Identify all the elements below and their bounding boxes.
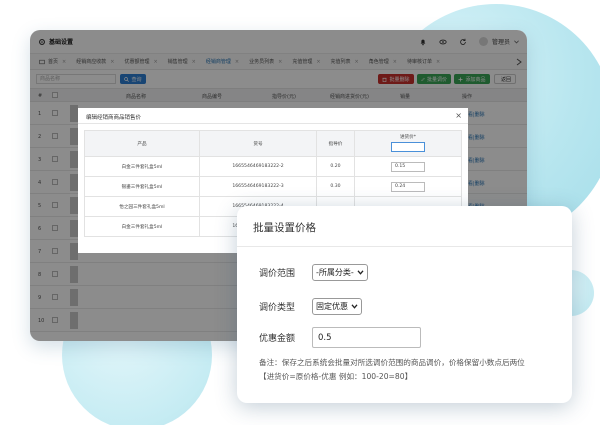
guide-price: 0.20 <box>316 156 355 177</box>
product-name: 怡之园三件套礼盒5ml <box>84 196 200 217</box>
price-input[interactable]: 0.15 <box>391 161 425 172</box>
product-sku: 1665546469183222-3 <box>199 176 317 197</box>
chevron-down-icon <box>357 270 364 275</box>
product-name: 白金三件套礼盒5ml <box>84 156 200 177</box>
note-formula: 【进货价=原价格-优惠 例如：100-20=80】 <box>259 372 413 381</box>
price-input[interactable]: 0.24 <box>391 181 425 192</box>
product-name: 白金三件套礼盒5ml <box>84 216 200 237</box>
close-icon[interactable]: × <box>455 111 462 120</box>
note-line: 备注：保存之后系统会批量对所选调价范围的商品调价，价格保留小数点后两位 <box>259 358 525 367</box>
product-name: 银鎏三件套礼盒5ml <box>84 176 200 197</box>
type-row: 调价类型 固定优惠 <box>259 298 362 315</box>
amount-row: 优惠金额 0.5 <box>259 327 421 348</box>
type-label: 调价类型 <box>259 303 296 313</box>
range-row: 调价范围 -所属分类- <box>259 264 368 281</box>
batch-price-input[interactable] <box>391 141 425 152</box>
amount-input[interactable]: 0.5 <box>312 327 421 348</box>
modal-header: 编辑经销商商品销售价 × <box>78 108 468 124</box>
guide-price: 0.30 <box>316 176 355 197</box>
price-table-header: 产品 货号 指导价 进货价* <box>84 130 462 157</box>
col-purchase-price: 进货价* <box>354 130 462 157</box>
price-cell: 0.24 <box>354 176 462 197</box>
dialog-title: 批量设置价格 <box>237 206 572 247</box>
batch-price-dialog: 批量设置价格 调价范围 -所属分类- 调价类型 固定优惠 优惠金额 0.5 备注… <box>237 206 572 403</box>
price-cell: 0.15 <box>354 156 462 177</box>
range-value: -所属分类- <box>316 268 354 277</box>
type-value: 固定优惠 <box>316 302 348 311</box>
col-guide: 指导价 <box>316 130 355 157</box>
type-select[interactable]: 固定优惠 <box>312 298 362 315</box>
table-row: 银鎏三件套礼盒5ml 1665546469183222-3 0.30 0.24 <box>84 176 462 197</box>
stage: 基础设置 管理员 首页 × 经销商应收款 × 优惠额管理 × 销售管理 × 经销… <box>0 0 600 425</box>
table-row: 白金三件套礼盒5ml 1665546469183222-2 0.20 0.15 <box>84 156 462 177</box>
note-text: 备注：保存之后系统会批量对所选调价范围的商品调价，价格保留小数点后两位 【进货价… <box>259 356 525 384</box>
range-label: 调价范围 <box>259 269 296 279</box>
col-product: 产品 <box>84 130 200 157</box>
amount-label: 优惠金额 <box>259 334 296 344</box>
purchase-price-label: 进货价* <box>399 134 417 140</box>
product-sku: 1665546469183222-2 <box>199 156 317 177</box>
range-select[interactable]: -所属分类- <box>312 264 368 281</box>
col-sku: 货号 <box>199 130 317 157</box>
chevron-down-icon <box>351 304 358 309</box>
modal-title: 编辑经销商商品销售价 <box>86 115 142 121</box>
